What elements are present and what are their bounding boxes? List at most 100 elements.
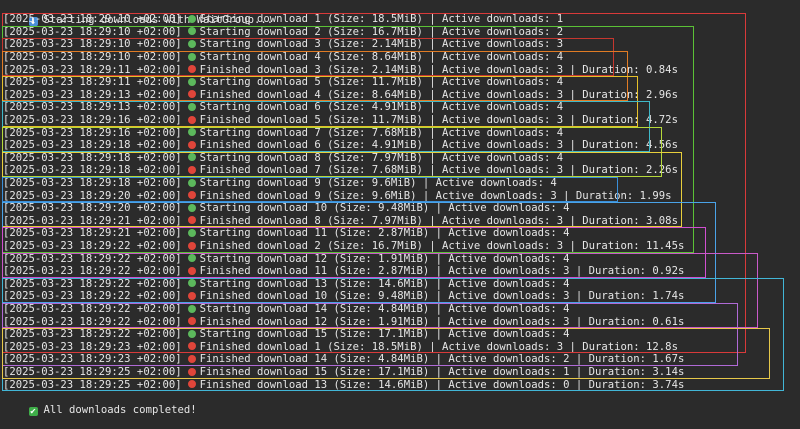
log-line: [2025-03-23 18:29:11 +02:00] Finished dow… bbox=[3, 64, 678, 77]
log-line: [2025-03-23 18:29:20 +02:00] Starting dow… bbox=[3, 202, 570, 215]
log-timestamp: [2025-03-23 18:29:20 +02:00] bbox=[3, 202, 182, 215]
finished-status-icon bbox=[187, 165, 196, 174]
log-line: [2025-03-23 18:29:13 +02:00] Finished dow… bbox=[3, 89, 678, 102]
started-status-icon bbox=[187, 102, 196, 111]
log-line: [2025-03-23 18:29:22 +02:00] Starting dow… bbox=[3, 253, 570, 266]
header-line: ⬇ Starting downloads with WaitGroup... bbox=[3, 1, 273, 26]
finished-status-icon bbox=[187, 241, 196, 250]
log-timestamp: [2025-03-23 18:29:21 +02:00] bbox=[3, 214, 182, 227]
log-message: Finished download 14 (Size: 4.84MiB) | A… bbox=[199, 353, 685, 366]
log-message: Finished download 3 (Size: 2.14MiB) | Ac… bbox=[199, 63, 678, 76]
log-line: [2025-03-23 18:29:25 +02:00] Finished dow… bbox=[3, 379, 684, 392]
log-line: [2025-03-23 18:29:10 +02:00] Starting dow… bbox=[3, 13, 563, 26]
log-timestamp: [2025-03-23 18:29:13 +02:00] bbox=[3, 88, 182, 101]
log-message: Starting download 13 (Size: 14.6MiB) | A… bbox=[199, 277, 570, 290]
log-timestamp: [2025-03-23 18:29:10 +02:00] bbox=[3, 51, 182, 63]
terminal-window: ⬇ Starting downloads with WaitGroup... [2… bbox=[0, 0, 800, 417]
finished-status-icon bbox=[187, 65, 196, 74]
log-message: Starting download 4 (Size: 8.64MiB) | Ac… bbox=[199, 51, 564, 63]
started-status-icon bbox=[187, 52, 196, 61]
log-line: [2025-03-23 18:29:18 +02:00] Finished dow… bbox=[3, 164, 678, 177]
log-line: [2025-03-23 18:29:22 +02:00] Finished dow… bbox=[3, 290, 684, 303]
log-message: Finished download 10 (Size: 9.48MiB) | A… bbox=[199, 290, 685, 303]
log-line: [2025-03-23 18:29:10 +02:00] Starting dow… bbox=[3, 26, 563, 39]
log-timestamp: [2025-03-23 18:29:18 +02:00] bbox=[3, 164, 182, 177]
started-status-icon bbox=[187, 228, 196, 237]
log-timestamp: [2025-03-23 18:29:22 +02:00] bbox=[3, 277, 182, 290]
log-timestamp: [2025-03-23 18:29:25 +02:00] bbox=[3, 378, 182, 391]
log-timestamp: [2025-03-23 18:29:22 +02:00] bbox=[3, 265, 182, 278]
log-timestamp: [2025-03-23 18:29:18 +02:00] bbox=[3, 177, 182, 189]
finished-status-icon bbox=[187, 191, 196, 200]
started-status-icon bbox=[187, 254, 196, 263]
log-line: [2025-03-23 18:29:23 +02:00] Finished dow… bbox=[3, 341, 678, 354]
log-timestamp: [2025-03-23 18:29:23 +02:00] bbox=[3, 340, 182, 353]
log-message: Finished download 15 (Size: 17.1MiB) | A… bbox=[199, 366, 685, 378]
log-timestamp: [2025-03-23 18:29:18 +02:00] bbox=[3, 151, 182, 164]
log-message: Starting download 3 (Size: 2.14MiB) | Ac… bbox=[199, 38, 564, 51]
log-message: Starting download 10 (Size: 9.48MiB) | A… bbox=[199, 202, 570, 215]
log-message: Starting download 9 (Size: 9.6MiB) | Act… bbox=[199, 177, 557, 189]
log-line: [2025-03-23 18:29:22 +02:00] Finished dow… bbox=[3, 316, 684, 329]
log-timestamp: [2025-03-23 18:29:22 +02:00] bbox=[3, 290, 182, 303]
log-message: Finished download 6 (Size: 4.91MiB) | Ac… bbox=[199, 139, 678, 152]
log-message: Starting download 11 (Size: 2.87MiB) | A… bbox=[199, 227, 570, 240]
log-line: [2025-03-23 18:29:22 +02:00] Starting dow… bbox=[3, 328, 570, 341]
check-mark-icon: ✔ bbox=[28, 407, 38, 417]
finished-status-icon bbox=[187, 140, 196, 149]
log-message: Finished download 2 (Size: 16.7MiB) | Ac… bbox=[199, 240, 685, 252]
log-message: Starting download 5 (Size: 11.7MiB) | Ac… bbox=[199, 76, 564, 89]
finished-status-icon bbox=[187, 115, 196, 124]
started-status-icon bbox=[187, 203, 196, 212]
log-line: [2025-03-23 18:29:18 +02:00] Finished dow… bbox=[3, 139, 678, 152]
log-message: Starting download 14 (Size: 4.84MiB) | A… bbox=[199, 303, 570, 315]
log-message: Starting download 1 (Size: 18.5MiB) | Ac… bbox=[199, 13, 564, 26]
log-line: [2025-03-23 18:29:11 +02:00] Starting dow… bbox=[3, 76, 563, 89]
log-timestamp: [2025-03-23 18:29:21 +02:00] bbox=[3, 227, 182, 240]
log-message: Finished download 13 (Size: 14.6MiB) | A… bbox=[199, 378, 685, 391]
log-timestamp: [2025-03-23 18:29:25 +02:00] bbox=[3, 366, 182, 378]
log-timestamp: [2025-03-23 18:29:22 +02:00] bbox=[3, 240, 182, 252]
finished-status-icon bbox=[187, 90, 196, 99]
log-timestamp: [2025-03-23 18:29:23 +02:00] bbox=[3, 353, 182, 366]
started-status-icon bbox=[187, 153, 196, 162]
started-status-icon bbox=[187, 77, 196, 86]
started-status-icon bbox=[187, 329, 196, 338]
started-status-icon bbox=[187, 14, 196, 23]
started-status-icon bbox=[187, 39, 196, 48]
log-line: [2025-03-23 18:29:22 +02:00] Starting dow… bbox=[3, 278, 570, 291]
log-timestamp: [2025-03-23 18:29:22 +02:00] bbox=[3, 328, 182, 341]
log-message: Starting download 8 (Size: 7.97MiB) | Ac… bbox=[199, 151, 564, 164]
log-message: Finished download 7 (Size: 7.68MiB) | Ac… bbox=[199, 164, 678, 177]
finished-status-icon bbox=[187, 317, 196, 326]
finished-status-icon bbox=[187, 342, 196, 351]
log-timestamp: [2025-03-23 18:29:10 +02:00] bbox=[3, 38, 182, 51]
log-line: [2025-03-23 18:29:22 +02:00] Finished dow… bbox=[3, 265, 684, 278]
log-line: [2025-03-23 18:29:18 +02:00] Starting dow… bbox=[3, 152, 563, 165]
finished-status-icon bbox=[187, 216, 196, 225]
log-message: Finished download 11 (Size: 2.87MiB) | A… bbox=[199, 265, 685, 278]
log-timestamp: [2025-03-23 18:29:11 +02:00] bbox=[3, 76, 182, 89]
log-line: [2025-03-23 18:29:18 +02:00] Starting dow… bbox=[3, 177, 557, 190]
finished-status-icon bbox=[187, 354, 196, 363]
started-status-icon bbox=[187, 279, 196, 288]
log-timestamp: [2025-03-23 18:29:10 +02:00] bbox=[3, 25, 182, 38]
log-line: [2025-03-23 18:29:25 +02:00] Finished dow… bbox=[3, 366, 684, 379]
log-line: [2025-03-23 18:29:23 +02:00] Finished dow… bbox=[3, 353, 684, 366]
started-status-icon bbox=[187, 27, 196, 36]
log-timestamp: [2025-03-23 18:29:16 +02:00] bbox=[3, 126, 182, 139]
finished-status-icon bbox=[187, 367, 196, 376]
started-status-icon bbox=[187, 178, 196, 187]
log-line: [2025-03-23 18:29:10 +02:00] Starting dow… bbox=[3, 38, 563, 51]
finished-status-icon bbox=[187, 380, 196, 389]
footer-text: All downloads completed! bbox=[43, 404, 197, 417]
log-timestamp: [2025-03-23 18:29:22 +02:00] bbox=[3, 303, 182, 315]
log-line: [2025-03-23 18:29:16 +02:00] Starting dow… bbox=[3, 127, 563, 140]
log-timestamp: [2025-03-23 18:29:16 +02:00] bbox=[3, 114, 182, 126]
log-timestamp: [2025-03-23 18:29:22 +02:00] bbox=[3, 315, 182, 328]
log-line: [2025-03-23 18:29:21 +02:00] Starting dow… bbox=[3, 227, 570, 240]
log-line: [2025-03-23 18:29:20 +02:00] Finished dow… bbox=[3, 190, 672, 203]
log-timestamp: [2025-03-23 18:29:18 +02:00] bbox=[3, 139, 182, 152]
started-status-icon bbox=[187, 304, 196, 313]
finished-status-icon bbox=[187, 291, 196, 300]
